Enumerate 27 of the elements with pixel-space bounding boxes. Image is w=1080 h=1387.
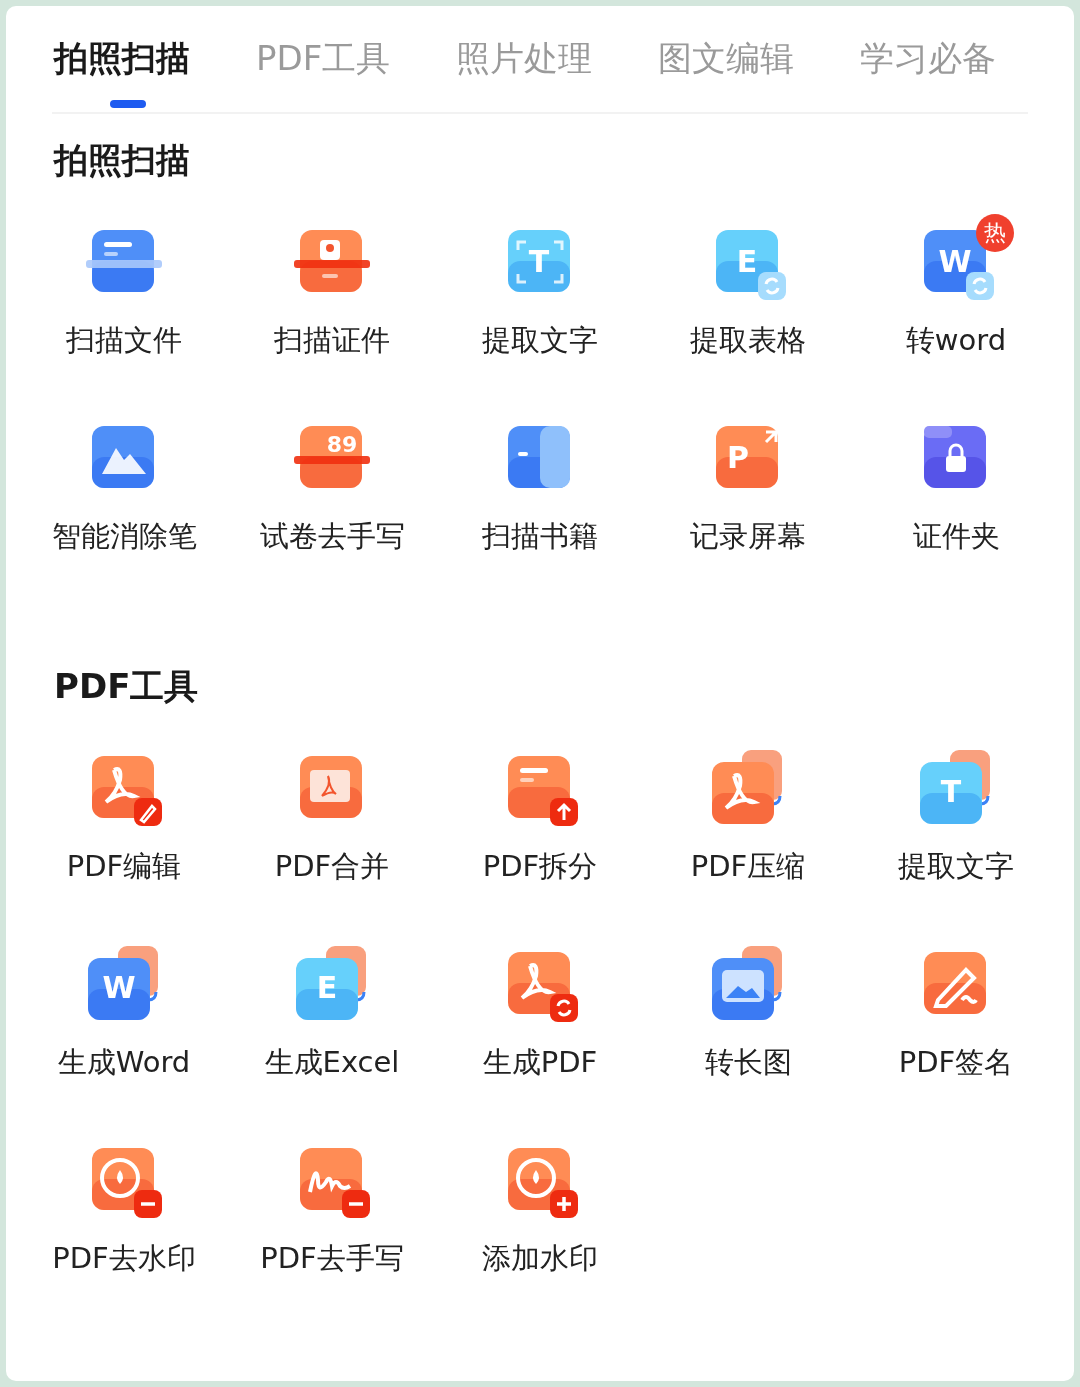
tool-label[interactable]: 提取文字 [482,320,598,360]
tab[interactable]: 拍照扫描 [54,34,190,112]
tool-label[interactable]: 生成PDF [482,1042,598,1082]
tool-label[interactable]: 扫描证件 [274,320,390,360]
tool-label[interactable]: PDF去手写 [260,1238,404,1278]
tool-label[interactable]: PDF签名 [898,1042,1014,1082]
tool-label[interactable]: 转word [905,320,1007,360]
tool-label[interactable]: 试卷去手写 [259,516,405,556]
tool-label[interactable]: 转长图 [704,1042,792,1082]
tool-label[interactable]: 证件夹 [912,516,1000,556]
tool-label[interactable]: PDF合并 [274,846,390,886]
hot-badge: 热 [976,214,1014,252]
tool-label[interactable]: 生成Word [57,1042,191,1082]
tool-label[interactable]: 提取表格 [690,320,806,360]
section-title: PDF工具 [53,665,200,708]
tool-label[interactable]: PDF去水印 [52,1238,196,1278]
tool-label[interactable]: 扫描书籍 [482,516,598,556]
tool-label[interactable]: 扫描文件 [66,320,182,360]
tool-label[interactable]: 记录屏幕 [690,516,806,556]
tool-label[interactable]: 生成Excel [264,1042,400,1082]
section-title: 拍照扫描 [52,139,191,182]
tool-label[interactable]: 智能消除笔 [51,516,197,556]
tool-label[interactable]: PDF压缩 [690,846,806,886]
tool-label[interactable]: 提取文字 [898,846,1014,886]
tool-label[interactable]: PDF拆分 [482,846,598,886]
tool-label[interactable]: PDF编辑 [66,846,182,886]
tool-label[interactable]: 添加水印 [482,1238,598,1278]
